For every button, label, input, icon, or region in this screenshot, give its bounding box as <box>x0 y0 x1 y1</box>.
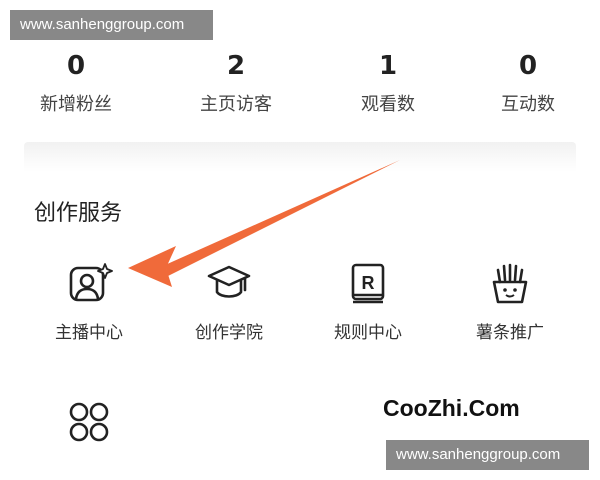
service-host-center[interactable]: 主播中心 <box>34 262 144 343</box>
graduation-cap-icon <box>207 265 251 298</box>
stat-views[interactable]: 1 观看数 <box>318 48 458 116</box>
stat-interactions[interactable]: 0 互动数 <box>458 48 598 116</box>
stat-value: 2 <box>226 51 246 81</box>
stats-row: 0 新增粉丝 2 主页访客 1 观看数 0 互动数 <box>0 48 600 128</box>
four-circles-icon <box>69 402 109 442</box>
brand-watermark: CooZhi.Com <box>383 395 520 421</box>
watermark-bottom: www.sanhenggroup.com <box>386 440 589 470</box>
section-title: 创作服务 <box>34 201 123 226</box>
service-fries-promotion[interactable]: 薯条推广 <box>455 262 565 343</box>
stat-homepage-visitors[interactable]: 2 主页访客 <box>166 48 306 116</box>
stat-label: 新增粉丝 <box>40 94 112 115</box>
section-divider <box>24 142 576 172</box>
more-services-button[interactable] <box>66 400 114 444</box>
stat-label: 互动数 <box>501 94 555 115</box>
svg-text:R: R <box>362 273 375 293</box>
stat-value: 1 <box>378 51 398 81</box>
host-center-icon <box>69 263 113 302</box>
service-label: 创作学院 <box>195 323 263 343</box>
service-label: 规则中心 <box>334 323 402 343</box>
service-label: 薯条推广 <box>476 323 544 343</box>
stat-new-followers[interactable]: 0 新增粉丝 <box>6 48 146 116</box>
stat-value: 0 <box>66 51 86 81</box>
stat-label: 观看数 <box>361 94 415 115</box>
rules-book-icon: R <box>351 263 385 304</box>
service-rules-center[interactable]: R 规则中心 <box>313 262 423 343</box>
stat-value: 0 <box>518 51 538 81</box>
stat-label: 主页访客 <box>200 94 272 115</box>
fries-promotion-icon <box>492 263 528 304</box>
service-label: 主播中心 <box>55 323 123 343</box>
service-creator-academy[interactable]: 创作学院 <box>174 262 284 343</box>
watermark-top: www.sanhenggroup.com <box>10 10 213 40</box>
